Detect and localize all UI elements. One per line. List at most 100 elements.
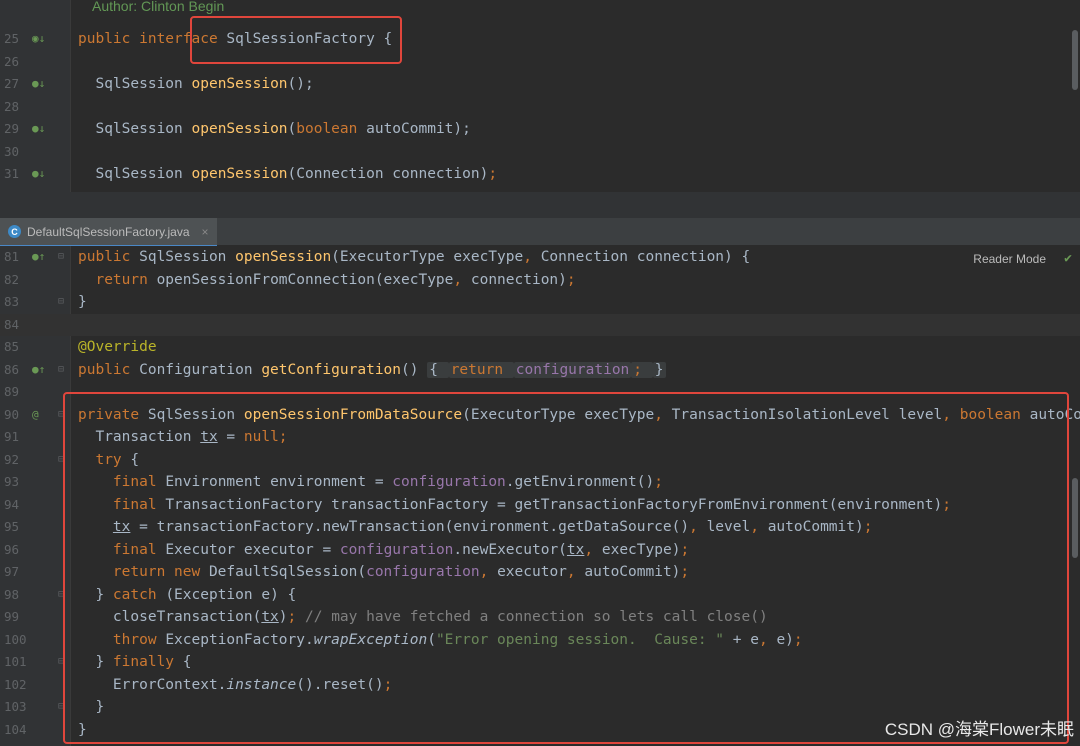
code-token: @Override: [78, 339, 157, 355]
override-gutter-icon[interactable]: ●↑: [32, 359, 54, 382]
code-token: autoCommit);: [366, 121, 471, 137]
code-token: openSession: [235, 249, 332, 265]
code-token: openSession: [191, 121, 288, 137]
editor-tab-bar: C DefaultSqlSessionFactory.java ×: [0, 218, 1080, 247]
code-line[interactable]: 29 ●↓ SqlSession openSession(boolean auto…: [0, 118, 1080, 141]
tab-label: DefaultSqlSessionFactory.java: [27, 224, 190, 239]
code-text: @Override: [78, 336, 157, 359]
fold-icon[interactable]: ⊟: [58, 359, 68, 382]
close-tab-icon[interactable]: ×: [202, 225, 209, 239]
code-token: ,: [453, 271, 471, 288]
code-line[interactable]: 31 ●↓ SqlSession openSession(Connection c…: [0, 163, 1080, 186]
check-icon: ✔: [1064, 251, 1072, 266]
code-token: }: [78, 294, 87, 310]
pane-separator: [0, 192, 1080, 219]
code-line[interactable]: 82 return openSessionFromConnection(exec…: [0, 269, 1080, 292]
line-number: 31: [4, 166, 20, 181]
code-token: return: [78, 271, 157, 288]
code-line[interactable]: 83 ⊟}: [0, 291, 1080, 314]
line-number: 91: [4, 429, 20, 444]
code-line[interactable]: 28: [0, 96, 1080, 119]
line-number: 104: [4, 721, 27, 737]
code-token: SqlSession: [78, 121, 192, 137]
code-text: SqlSession openSession();: [78, 73, 314, 96]
code-token: ,: [523, 249, 541, 265]
code-token: boolean: [296, 121, 367, 137]
code-token: openSessionFromConnection(execType: [156, 271, 454, 288]
code-token: connection): [470, 271, 567, 288]
code-token: (: [287, 121, 297, 137]
line-number: 85: [4, 339, 20, 354]
scrollbar[interactable]: [1072, 478, 1078, 558]
line-number: 97: [4, 564, 20, 579]
implementation-gutter-icon[interactable]: ●↓: [32, 73, 54, 96]
highlight-box-method: [63, 392, 1069, 744]
code-line[interactable]: 26: [0, 51, 1080, 74]
author-comment-line: Author: Clinton Begin: [0, 0, 1080, 23]
line-number: 89: [4, 384, 20, 399]
class-editor-pane[interactable]: 81 ●↑ ⊟ public SqlSession openSession(Execu…: [0, 246, 1080, 746]
line-number: 98: [4, 586, 20, 602]
line-number: 86: [4, 361, 20, 377]
line-number: 25: [4, 31, 20, 46]
scrollbar[interactable]: [1072, 30, 1078, 90]
code-line[interactable]: 25 ◉↓ public interface SqlSessionFactory {: [0, 28, 1080, 51]
code-token: (ExecutorType execType: [331, 249, 524, 265]
interface-editor-pane[interactable]: Author: Clinton Begin 25 ◉↓ public interfa…: [0, 0, 1080, 192]
implementation-gutter-icon[interactable]: ◉↓: [32, 28, 54, 51]
code-token: ;: [566, 271, 576, 288]
line-number: 103: [4, 699, 27, 714]
code-line[interactable]: 30: [0, 141, 1080, 164]
code-line[interactable]: 85 @Override: [0, 336, 1080, 359]
code-token: ;: [488, 166, 498, 182]
tab-defaultsqlsessionfactory[interactable]: C DefaultSqlSessionFactory.java ×: [0, 218, 217, 247]
line-number: 94: [4, 496, 20, 512]
line-number: 28: [4, 98, 20, 114]
code-token: ;: [631, 361, 653, 378]
override-gutter-icon[interactable]: ●↑: [32, 246, 54, 269]
code-token: }: [652, 361, 666, 378]
line-number: 92: [4, 451, 20, 467]
annotation-gutter-icon[interactable]: @: [32, 404, 54, 427]
line-number: 83: [4, 294, 20, 309]
code-line[interactable]: 81 ●↑ ⊟ public SqlSession openSession(Execu…: [0, 246, 1080, 269]
code-text: SqlSession openSession(boolean autoCommi…: [78, 118, 471, 141]
code-token: openSession: [191, 76, 288, 92]
author-comment: Author: Clinton Begin: [92, 0, 225, 14]
code-token: SqlSession: [139, 249, 236, 265]
line-number: 81: [4, 249, 20, 264]
code-token: getConfiguration: [261, 361, 402, 378]
implementation-gutter-icon[interactable]: ●↓: [32, 163, 54, 186]
watermark: CSDN @海棠Flower未眠: [884, 720, 1074, 739]
line-number: 29: [4, 121, 20, 136]
line-number: 90: [4, 406, 20, 422]
code-text: public Configuration getConfiguration() …: [78, 359, 666, 382]
code-token: return: [448, 361, 514, 378]
line-number: 26: [4, 53, 20, 69]
fold-icon[interactable]: ⊟: [58, 246, 68, 269]
code-token: public: [78, 361, 140, 378]
code-text: }: [78, 291, 87, 314]
line-number: 30: [4, 143, 20, 159]
line-number: 101: [4, 654, 27, 669]
code-token: (): [401, 361, 428, 378]
fold-icon[interactable]: ⊟: [58, 291, 68, 314]
code-text: SqlSession openSession(Connection connec…: [78, 163, 497, 186]
code-token: openSession: [191, 166, 288, 182]
code-line[interactable]: 86 ●↑ ⊟ public Configuration getConfigurati…: [0, 359, 1080, 382]
code-token: ();: [287, 76, 314, 92]
line-number: 99: [4, 609, 20, 624]
java-class-icon: C: [8, 225, 21, 238]
line-number: 93: [4, 474, 20, 489]
reader-mode-button[interactable]: Reader Mode: [973, 252, 1046, 266]
code-text: return openSessionFromConnection(execTyp…: [78, 269, 576, 292]
line-number: 95: [4, 519, 20, 534]
line-number: 100: [4, 631, 27, 647]
line-number: 27: [4, 76, 20, 91]
code-token: Connection connection) {: [540, 249, 751, 265]
code-line[interactable]: 27 ●↓ SqlSession openSession();: [0, 73, 1080, 96]
highlight-box-interface: [190, 16, 402, 64]
code-line[interactable]: 84: [0, 313, 1080, 336]
implementation-gutter-icon[interactable]: ●↓: [32, 118, 54, 141]
code-text: public SqlSession openSession(ExecutorTy…: [78, 246, 750, 269]
